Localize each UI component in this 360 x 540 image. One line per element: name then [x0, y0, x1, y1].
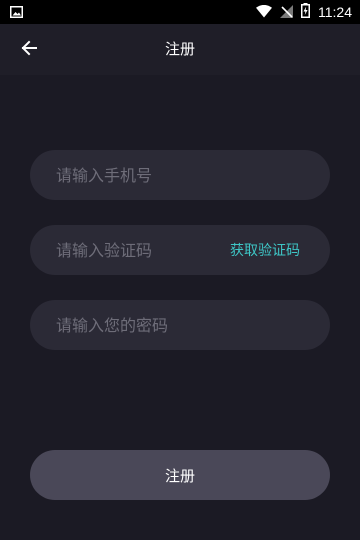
phone-input[interactable]	[56, 165, 304, 185]
verification-code-field[interactable]: 获取验证码	[30, 225, 330, 275]
password-field[interactable]	[30, 300, 330, 350]
wifi-icon	[256, 3, 272, 22]
verification-code-input[interactable]	[56, 240, 230, 260]
page-title: 注册	[164, 40, 195, 58]
get-code-button[interactable]: 获取验证码	[230, 240, 300, 260]
image-notification-icon	[10, 3, 23, 22]
no-signal-icon	[280, 3, 293, 22]
register-button[interactable]: 注册	[30, 450, 330, 500]
phone-field[interactable]	[30, 150, 330, 200]
status-bar: 11:24	[0, 0, 360, 24]
status-time: 11:24	[318, 4, 352, 20]
password-input[interactable]	[56, 315, 304, 335]
app-bar: 注册	[0, 24, 360, 75]
battery-charging-icon	[301, 2, 310, 22]
